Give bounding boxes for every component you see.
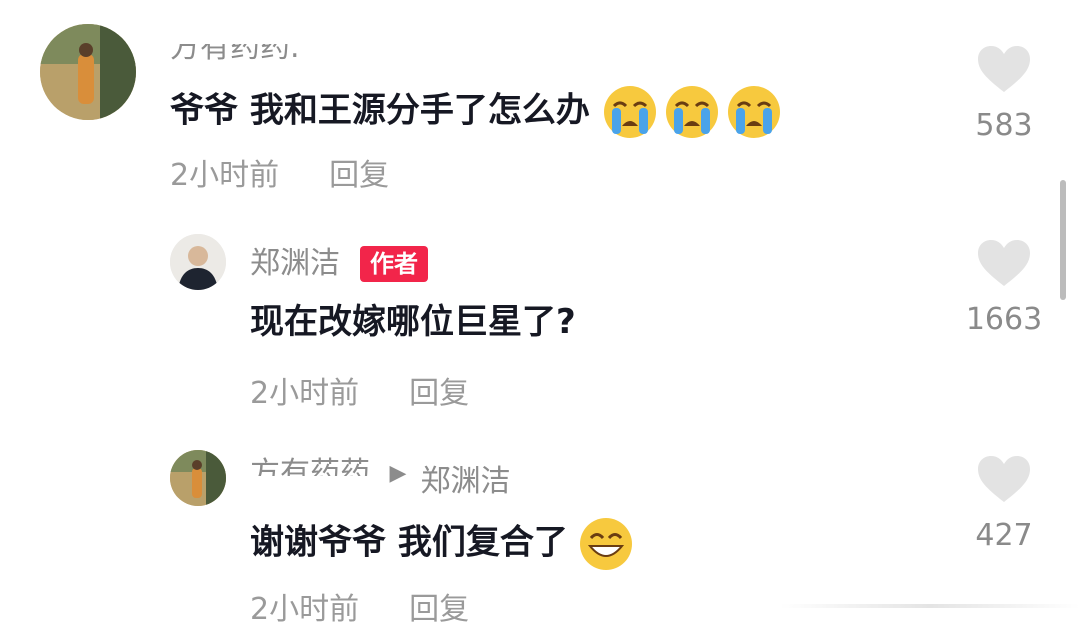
reply-to-username[interactable]: 郑渊洁 (420, 464, 510, 500)
comment-username[interactable]: 郑渊洁 作者 (250, 246, 428, 282)
comment-time: 2小时前 (250, 592, 360, 627)
reply-button[interactable]: 回复 (329, 158, 389, 193)
comment-text: 现在改嫁哪位巨星了? (250, 302, 576, 342)
avatar-photo (170, 450, 226, 506)
comment-text: 爷爷 我和王源分手了怎么办 (170, 84, 782, 140)
comment-time: 2小时前 (250, 376, 360, 411)
like-count: 1663 (965, 302, 1043, 337)
scrollbar[interactable] (1060, 180, 1066, 300)
avatar[interactable] (40, 24, 136, 120)
crying-face-icon (727, 86, 780, 138)
avatar[interactable] (170, 450, 226, 506)
crying-face-icon (603, 86, 656, 138)
comment-meta: 2小时前 回复 (170, 158, 389, 194)
grinning-face-icon (579, 518, 632, 570)
avatar-photo (40, 24, 136, 120)
like-button[interactable]: 427 (956, 454, 1052, 554)
heart-icon (978, 240, 1030, 286)
comment-time: 2小时前 (170, 158, 280, 193)
comment-username[interactable]: 方有药药. (170, 44, 300, 64)
like-button[interactable]: 1663 (956, 238, 1052, 338)
heart-icon (978, 456, 1030, 502)
reply-arrow-icon: ▶ (389, 461, 407, 486)
avatar-photo (170, 234, 226, 290)
comment-meta: 2小时前 回复 (250, 592, 469, 628)
reply-button[interactable]: 回复 (409, 376, 469, 411)
comment-text: 谢谢爷爷 我们复合了 (250, 516, 634, 572)
comment-meta: 2小时前 回复 (250, 376, 469, 412)
like-count: 427 (975, 518, 1033, 553)
comment-username[interactable]: 方有药药. ▶ 郑渊洁 (250, 456, 510, 507)
crying-face-icon (665, 86, 718, 138)
reply-button[interactable]: 回复 (409, 592, 469, 627)
author-badge: 作者 (360, 246, 428, 282)
avatar[interactable] (170, 234, 226, 290)
like-count: 583 (975, 108, 1033, 143)
heart-icon (978, 46, 1030, 92)
like-button[interactable]: 583 (956, 44, 1052, 144)
divider (780, 604, 1080, 608)
